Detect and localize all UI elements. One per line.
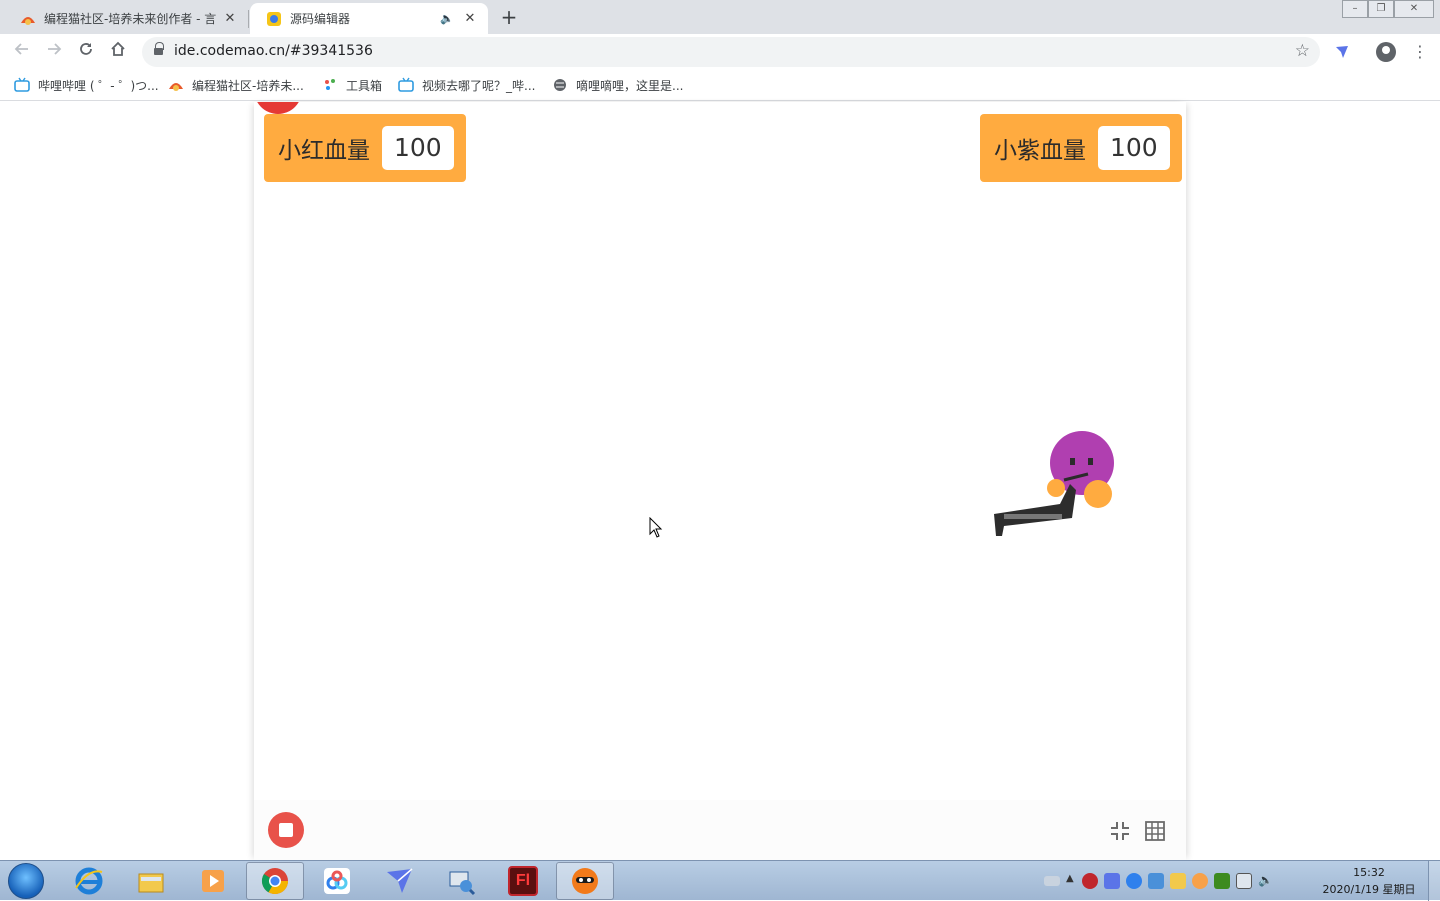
red-sprite-partial <box>254 102 302 114</box>
browser-toolbar: ide.codemao.cn/#39341536 ☆ <box>0 34 1440 70</box>
tab-strip: 编程猫社区-培养未来创作者 - 言 ✕ 源码编辑器 🔈 ✕ + – ❐ ✕ <box>0 0 1440 34</box>
bookmark-label: 工具箱 <box>346 78 383 93</box>
home-icon <box>111 41 125 56</box>
game-stage[interactable]: 小红血量 100 小紫血量 100 <box>254 102 1186 860</box>
network-tool-icon[interactable] <box>432 862 490 900</box>
page-content: 小红血量 100 小紫血量 100 <box>0 102 1440 860</box>
back-button[interactable] <box>10 40 34 64</box>
update-icon[interactable] <box>1192 873 1208 889</box>
arrow-left-icon <box>14 43 28 55</box>
tab-title: 源码编辑器 <box>290 12 351 26</box>
tray-expand-icon[interactable]: ▲ <box>1066 873 1076 889</box>
url-text[interactable]: ide.codemao.cn/#39341536 <box>174 43 373 59</box>
display-icon[interactable] <box>1148 873 1164 889</box>
tab-codemao-community[interactable]: 编程猫社区-培养未来创作者 - 言 ✕ <box>4 3 248 34</box>
windows-taskbar: Fl ▲ 🔈 15:32 2020/1/19 星期日 <box>0 860 1440 901</box>
stage-controls <box>254 800 1186 860</box>
monitor-value: 100 <box>382 126 454 170</box>
codemao-favicon-icon <box>20 11 36 27</box>
antivirus-icon[interactable] <box>1082 873 1098 889</box>
monitor-label: 小紫血量 <box>994 138 1086 164</box>
forward-button[interactable] <box>42 40 66 64</box>
monitor-label: 小红血量 <box>278 138 370 164</box>
feishu-icon[interactable] <box>370 862 428 900</box>
reload-icon <box>80 43 92 55</box>
nvidia-icon[interactable] <box>1214 873 1230 889</box>
bookmark-codemao[interactable]: 编程猫社区-培养未... <box>168 76 304 94</box>
bookmarks-bar: 哔哩哔哩 ( ゜- ゜)つ... 编程猫社区-培养未... 工具箱 视频去哪了呢… <box>0 70 1440 101</box>
bilibili-tv-icon <box>398 77 414 93</box>
monitor-value: 100 <box>1098 126 1170 170</box>
extension-icon[interactable] <box>1334 44 1350 60</box>
bookmark-dilidili[interactable]: 嘀哩嘀哩，这里是... <box>552 76 683 94</box>
bookmark-star-icon[interactable]: ☆ <box>1295 41 1310 61</box>
system-tray: ▲ 🔈 <box>1044 867 1274 895</box>
baidu-tray-icon[interactable] <box>1126 873 1142 889</box>
address-bar[interactable]: ide.codemao.cn/#39341536 ☆ <box>142 37 1320 67</box>
browser-menu-icon[interactable]: ⋮ <box>1412 42 1428 62</box>
bookmark-label: 视频去哪了呢？_哔... <box>422 78 536 93</box>
explorer-folder-icon[interactable] <box>122 862 180 900</box>
exit-fullscreen-icon[interactable] <box>1109 820 1131 842</box>
monitor-red-hp: 小红血量 100 <box>264 114 466 182</box>
ie-icon[interactable] <box>60 862 118 900</box>
chrome-icon[interactable] <box>246 862 304 900</box>
bookmark-label: 编程猫社区-培养未... <box>192 78 304 93</box>
globe-icon <box>552 77 568 93</box>
clock-date: 2020/1/19 星期日 <box>1322 883 1416 896</box>
keyboard-icon[interactable] <box>1044 876 1060 886</box>
editor-favicon-icon <box>266 11 282 27</box>
baidu-netdisk-icon[interactable] <box>308 862 366 900</box>
media-player-icon[interactable] <box>184 862 242 900</box>
mouse-cursor-icon <box>649 517 663 538</box>
reload-button[interactable] <box>74 40 98 64</box>
start-button[interactable] <box>8 863 44 899</box>
tab-divider <box>248 10 249 28</box>
profile-avatar-icon[interactable] <box>1376 42 1396 62</box>
show-desktop-button[interactable] <box>1428 861 1440 901</box>
flash-icon[interactable]: Fl <box>494 862 552 900</box>
bookmark-label: 嘀哩嘀哩，这里是... <box>576 78 684 93</box>
tab-close-icon[interactable]: ✕ <box>222 11 238 27</box>
new-tab-button[interactable]: + <box>498 6 520 28</box>
codemao-icon <box>168 77 184 93</box>
bookmark-bilibili-video[interactable]: 视频去哪了呢？_哔... <box>398 76 535 94</box>
toolbox-icon <box>322 77 338 93</box>
tab-close-icon[interactable]: ✕ <box>462 11 478 27</box>
stop-button[interactable] <box>268 812 304 848</box>
arrow-right-icon <box>48 43 62 55</box>
grid-icon[interactable] <box>1144 820 1166 842</box>
monitor-purple-hp: 小紫血量 100 <box>980 114 1182 182</box>
minimize-button[interactable]: – <box>1342 0 1368 18</box>
bookmark-bilibili[interactable]: 哔哩哔哩 ( ゜- ゜)つ... <box>14 76 159 94</box>
clock-time: 15:32 <box>1353 866 1385 879</box>
network-icon[interactable] <box>1236 873 1252 889</box>
home-button[interactable] <box>106 40 130 64</box>
tab-source-editor[interactable]: 源码编辑器 🔈 ✕ <box>250 3 488 34</box>
bookmark-toolbox[interactable]: 工具箱 <box>322 76 382 94</box>
restore-button[interactable]: ❐ <box>1368 0 1394 18</box>
window-close-button[interactable]: ✕ <box>1394 0 1434 18</box>
folder-tray-icon[interactable] <box>1170 873 1186 889</box>
codemao-app-icon[interactable] <box>556 862 614 900</box>
tab-title: 编程猫社区-培养未来创作者 - 言 <box>44 12 217 26</box>
lock-icon <box>154 42 164 57</box>
tab-audio-icon[interactable]: 🔈 <box>440 12 454 25</box>
system-clock[interactable]: 15:32 2020/1/19 星期日 <box>1314 864 1424 898</box>
purple-character-sprite <box>994 431 1114 536</box>
volume-icon[interactable]: 🔈 <box>1258 873 1274 889</box>
feishu-tray-icon[interactable] <box>1104 873 1120 889</box>
bilibili-icon <box>14 77 30 93</box>
bookmark-label: 哔哩哔哩 ( ゜- ゜)つ... <box>38 78 159 93</box>
